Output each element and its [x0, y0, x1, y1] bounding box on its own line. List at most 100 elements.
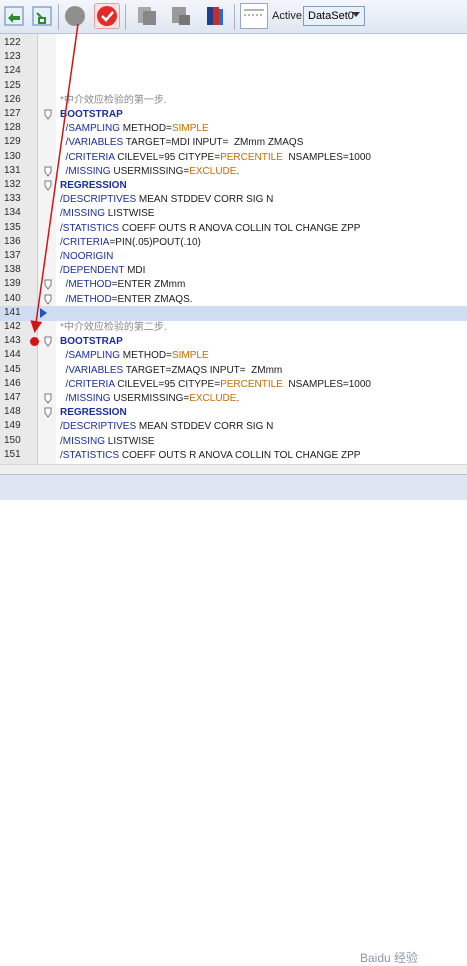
goto-case-icon[interactable] — [2, 3, 28, 29]
code-line[interactable]: 130 /CRITERIA CILEVEL=95 CITYPE=PERCENTI… — [0, 150, 467, 165]
code-line[interactable]: 127 BOOTSTRAP — [0, 107, 467, 122]
code-line[interactable]: 151/STATISTICS COEFF OUTS R ANOVA COLLIN… — [0, 448, 467, 463]
code-line[interactable]: 148 REGRESSION — [0, 405, 467, 420]
line-number: 131 — [4, 164, 21, 176]
goto-variable-icon[interactable] — [30, 3, 56, 29]
code-text: /MISSING USERMISSING=EXCLUDE. — [60, 393, 240, 404]
fold-marker-icon[interactable] — [44, 166, 52, 177]
line-number: 151 — [4, 448, 21, 460]
line-number: 128 — [4, 122, 21, 134]
code-line[interactable]: 122 — [0, 36, 467, 51]
line-number: 132 — [4, 179, 21, 190]
run-check-icon[interactable] — [94, 3, 120, 29]
code-text: /SAMPLING METHOD=SIMPLE — [60, 350, 209, 362]
line-number: 147 — [4, 392, 21, 403]
line-number: 149 — [4, 420, 21, 432]
line-number: 133 — [4, 193, 21, 205]
chevron-down-icon — [352, 12, 360, 17]
line-number: 138 — [4, 264, 21, 276]
fold-marker-icon[interactable] — [44, 407, 52, 419]
watermark: Baidu 经验 — [360, 951, 419, 965]
line-number: 126 — [4, 93, 21, 105]
line-number: 136 — [4, 235, 21, 247]
line-number: 135 — [4, 221, 21, 233]
code-text: /VARIABLES TARGET=MDI INPUT= ZMmm ZMAQS — [60, 137, 304, 149]
fold-marker-icon[interactable] — [44, 180, 52, 191]
code-text: /METHOD=ENTER ZMmm — [60, 279, 186, 291]
code-line[interactable]: 150/MISSING LISTWISE — [0, 434, 467, 449]
line-number: 127 — [4, 108, 21, 119]
fold-marker-icon[interactable] — [44, 294, 52, 305]
select-cases-icon[interactable] — [168, 3, 194, 29]
line-number: 137 — [4, 250, 21, 261]
code-text: /CRITERIA CILEVEL=95 CITYPE=PERCENTILE N… — [60, 378, 371, 390]
code-line[interactable]: 141 — [0, 306, 467, 321]
line-number: 123 — [4, 51, 21, 63]
line-number: 129 — [4, 136, 21, 148]
code-text: *中介效应检验的第一步. — [60, 94, 167, 106]
code-text: /METHOD=ENTER ZMAQS. — [60, 293, 193, 305]
code-text: BOOTSTRAP — [60, 109, 123, 120]
code-text: /SAMPLING METHOD=SIMPLE — [60, 123, 209, 135]
code-line[interactable]: 142 *中介效应检验的第二步. — [0, 320, 467, 335]
code-text: /CRITERIA=PIN(.05)POUT(.10) — [60, 236, 201, 248]
fold-marker-icon[interactable] — [44, 393, 52, 404]
fold-marker-icon[interactable] — [44, 336, 52, 348]
code-line[interactable]: 145 /VARIABLES TARGET=ZMAQS INPUT= ZMmm — [0, 363, 467, 378]
line-number: 145 — [4, 363, 21, 375]
syntax-editor[interactable]: 122 123 124 125 126 *中介效应检验的第一步. 127 BOOTSTRAP 1… — [0, 34, 467, 475]
code-text: /NOORIGIN — [60, 251, 114, 262]
code-text: /MISSING LISTWISE — [60, 435, 155, 447]
code-line[interactable]: 138/DEPENDENT MDI — [0, 263, 467, 278]
line-number: 125 — [4, 79, 21, 91]
status-bar: Baidu 经验 — [0, 474, 467, 965]
code-text: /STATISTICS COEFF OUTS R ANOVA COLLIN TO… — [60, 222, 361, 234]
code-text: BOOTSTRAP — [60, 336, 123, 348]
code-line[interactable]: 137/NOORIGIN — [0, 249, 467, 264]
code-line[interactable]: 143 BOOTSTRAP — [0, 334, 467, 349]
code-line[interactable]: 136/CRITERIA=PIN(.05)POUT(.10) — [0, 235, 467, 250]
code-line[interactable]: 126 *中介效应检验的第一步. — [0, 93, 467, 108]
active-dataset-select[interactable]: DataSet0 — [303, 6, 365, 26]
code-line[interactable]: 149/DESCRIPTIVES MEAN STDDEV CORR SIG N — [0, 419, 467, 434]
code-line[interactable]: 147 /MISSING USERMISSING=EXCLUDE. — [0, 391, 467, 406]
code-text: *中介效应检验的第二步. — [60, 322, 167, 333]
active-label: Active: — [272, 10, 306, 22]
line-number: 148 — [4, 406, 21, 418]
code-line[interactable]: 144 /SAMPLING METHOD=SIMPLE — [0, 348, 467, 363]
code-line[interactable]: 133/DESCRIPTIVES MEAN STDDEV CORR SIG N — [0, 192, 467, 207]
line-number: 144 — [4, 349, 21, 361]
dashed-line-icon[interactable] — [240, 3, 268, 29]
line-number: 142 — [4, 321, 21, 332]
stop-processor-icon[interactable] — [62, 3, 88, 29]
code-line[interactable]: 132 REGRESSION — [0, 178, 467, 193]
code-text: /CRITERIA CILEVEL=95 CITYPE=PERCENTILE N… — [60, 151, 371, 163]
code-line[interactable]: 134/MISSING LISTWISE — [0, 206, 467, 221]
line-number: 122 — [4, 37, 21, 48]
code-line[interactable]: 123 — [0, 50, 467, 65]
code-line[interactable]: 146 /CRITERIA CILEVEL=95 CITYPE=PERCENTI… — [0, 377, 467, 392]
code-text: REGRESSION — [60, 180, 127, 191]
code-text: REGRESSION — [60, 407, 127, 419]
code-text: /STATISTICS COEFF OUTS R ANOVA COLLIN TO… — [60, 449, 361, 461]
code-line[interactable]: 124 — [0, 64, 467, 79]
fold-marker-icon[interactable] — [44, 109, 52, 120]
code-line[interactable]: 125 — [0, 79, 467, 94]
fold-marker-icon[interactable] — [44, 279, 52, 291]
line-number: 130 — [4, 150, 21, 162]
code-line[interactable]: 139 /METHOD=ENTER ZMmm — [0, 277, 467, 292]
horizontal-scrollbar[interactable] — [0, 464, 467, 474]
code-line[interactable]: 129 /VARIABLES TARGET=MDI INPUT= ZMmm ZM… — [0, 135, 467, 150]
code-line[interactable]: 135/STATISTICS COEFF OUTS R ANOVA COLLIN… — [0, 221, 467, 236]
active-dataset-value: DataSet0 — [308, 10, 354, 22]
split-file-icon[interactable] — [134, 3, 160, 29]
code-line[interactable]: 128 /SAMPLING METHOD=SIMPLE — [0, 121, 467, 136]
code-text: /DEPENDENT MDI — [60, 265, 146, 277]
syntax-toolbar: Active: DataSet0 — [0, 0, 467, 34]
book-icon[interactable] — [202, 3, 228, 29]
code-text: /DESCRIPTIVES MEAN STDDEV CORR SIG N — [60, 421, 274, 433]
code-text: /VARIABLES TARGET=ZMAQS INPUT= ZMmm — [60, 364, 283, 376]
code-line[interactable]: 140 /METHOD=ENTER ZMAQS. — [0, 292, 467, 307]
code-line[interactable]: 131 /MISSING USERMISSING=EXCLUDE. — [0, 164, 467, 179]
line-number: 146 — [4, 377, 21, 389]
